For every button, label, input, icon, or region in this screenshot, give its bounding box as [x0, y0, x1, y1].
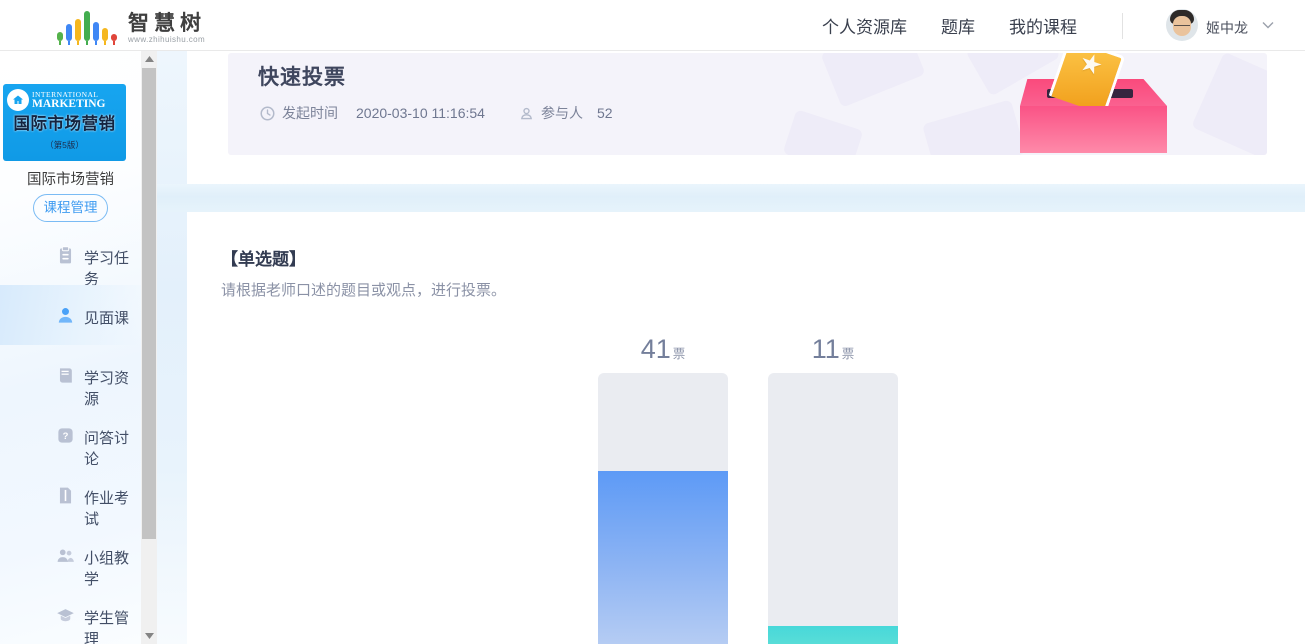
- sidebar-item-label: 学习任务: [84, 247, 141, 289]
- vote-count-label: 11 票: [768, 334, 898, 365]
- brand-name: 智慧树: [128, 13, 206, 35]
- cover-edition: （第5版）: [3, 139, 126, 151]
- sidebar-item-group-teaching[interactable]: 小组教学: [0, 525, 141, 585]
- sidebar-item-learning-tasks[interactable]: 学习任务: [0, 225, 141, 285]
- star-icon: ★: [1075, 53, 1107, 82]
- vote-header-card: ★ 快速投票 发起时间 2020-03-10 11:16:54 参与人 52: [187, 51, 1305, 184]
- ballot-box-front: [1020, 106, 1167, 153]
- content-gutter: [157, 51, 187, 644]
- user-name[interactable]: 姬中龙: [1206, 18, 1248, 38]
- vote-count-unit: 票: [673, 343, 686, 362]
- ticket-decoration: [1191, 53, 1267, 155]
- home-icon: [7, 89, 29, 111]
- nav-my-courses[interactable]: 我的课程: [1009, 13, 1077, 38]
- sidebar-item-label: 小组教学: [84, 547, 141, 589]
- ticket-decoration: [783, 109, 864, 155]
- zhihuishu-logo[interactable]: 智慧树 www.zhihuishu.com: [57, 7, 206, 45]
- ticket-decoration: [922, 99, 1026, 155]
- participants-label: 参与人: [541, 103, 583, 123]
- brand-url: www.zhihuishu.com: [128, 35, 206, 44]
- nav-question-bank[interactable]: 题库: [941, 13, 975, 38]
- card-gap-strip: [157, 184, 1305, 212]
- vote-banner: ★ 快速投票 发起时间 2020-03-10 11:16:54 参与人 52: [228, 53, 1267, 155]
- sidebar-item-student-management[interactable]: 学生管理: [0, 585, 141, 644]
- scrollbar-up-button[interactable]: [141, 51, 157, 67]
- vote-meta: 发起时间 2020-03-10 11:16:54 参与人 52: [260, 103, 613, 123]
- time-label: 发起时间: [282, 103, 338, 123]
- vote-count-unit: 票: [842, 343, 855, 362]
- avatar-glasses: [1174, 25, 1190, 29]
- course-cover-image: INTERNATIONAL MARKETING 国际市场营销 （第5版）: [3, 84, 126, 161]
- sidebar-scrollbar[interactable]: [141, 51, 157, 644]
- graduation-cap-icon: [56, 606, 75, 625]
- book-icon: [56, 366, 75, 385]
- person-icon: [56, 306, 75, 325]
- result-bar-option2: [768, 373, 898, 644]
- sidebar-item-homework-exams[interactable]: 作业考试: [0, 465, 141, 525]
- vote-count-label: 41 票: [598, 334, 728, 365]
- sidebar-item-label: 学生管理: [84, 607, 141, 644]
- sidebar-item-learning-resources[interactable]: 学习资源: [0, 345, 141, 405]
- course-sidebar: INTERNATIONAL MARKETING 国际市场营销 （第5版） 国际市…: [0, 51, 141, 644]
- clipboard-icon: [56, 246, 75, 265]
- question-icon: ?: [56, 426, 75, 445]
- sidebar-item-meetup-class[interactable]: 见面课: [0, 285, 141, 345]
- top-header: 智慧树 www.zhihuishu.com 个人资源库 题库 我的课程 姬中龙: [0, 0, 1305, 51]
- nav-personal-resources[interactable]: 个人资源库: [822, 13, 907, 38]
- participants-icon: [519, 106, 534, 121]
- result-bar-option1: [598, 373, 728, 644]
- page: 智慧树 www.zhihuishu.com 个人资源库 题库 我的课程 姬中龙 …: [0, 0, 1305, 644]
- exam-document-icon: [56, 486, 75, 505]
- user-avatar[interactable]: [1166, 9, 1198, 41]
- course-manage-button[interactable]: 课程管理: [33, 194, 108, 222]
- scrollbar-thumb[interactable]: [142, 68, 156, 539]
- logo-tree-bars-icon: [57, 11, 120, 45]
- svg-text:?: ?: [63, 431, 69, 442]
- question-description: 请根据老师口述的题目或观点，进行投票。: [221, 279, 506, 300]
- time-value: 2020-03-10 11:16:54: [356, 105, 485, 121]
- vote-count-value: 11: [812, 334, 840, 365]
- result-bar-fill-blue: [598, 471, 728, 644]
- cover-course-title: 国际市场营销: [3, 110, 126, 134]
- brand-block: 智慧树 www.zhihuishu.com: [128, 13, 206, 45]
- course-name: 国际市场营销: [0, 168, 141, 189]
- ticket-decoration: [820, 53, 925, 108]
- group-icon: [56, 546, 75, 565]
- vote-result-card: 【单选题】 请根据老师口述的题目或观点，进行投票。 41 票 11 票: [187, 212, 1305, 644]
- nav-divider: [1122, 13, 1123, 39]
- clock-icon: [260, 106, 275, 121]
- scrollbar-down-button[interactable]: [141, 628, 157, 644]
- sidebar-item-qa-discussion[interactable]: ? 问答讨论: [0, 405, 141, 465]
- result-bar-fill-teal: [768, 626, 898, 644]
- chevron-down-icon[interactable]: [1262, 21, 1274, 29]
- cover-line2: MARKETING: [32, 98, 105, 110]
- vote-count-value: 41: [641, 334, 671, 365]
- question-type-tag: 【单选题】: [221, 245, 306, 270]
- sidebar-item-label: 学习资源: [84, 367, 141, 409]
- participants-value: 52: [597, 105, 613, 121]
- sidebar-item-label: 见面课: [84, 307, 129, 328]
- sidebar-item-label: 作业考试: [84, 487, 141, 529]
- page-title: 快速投票: [258, 61, 346, 91]
- top-nav: 个人资源库 题库 我的课程: [822, 0, 1077, 51]
- sidebar-item-label: 问答讨论: [84, 427, 141, 469]
